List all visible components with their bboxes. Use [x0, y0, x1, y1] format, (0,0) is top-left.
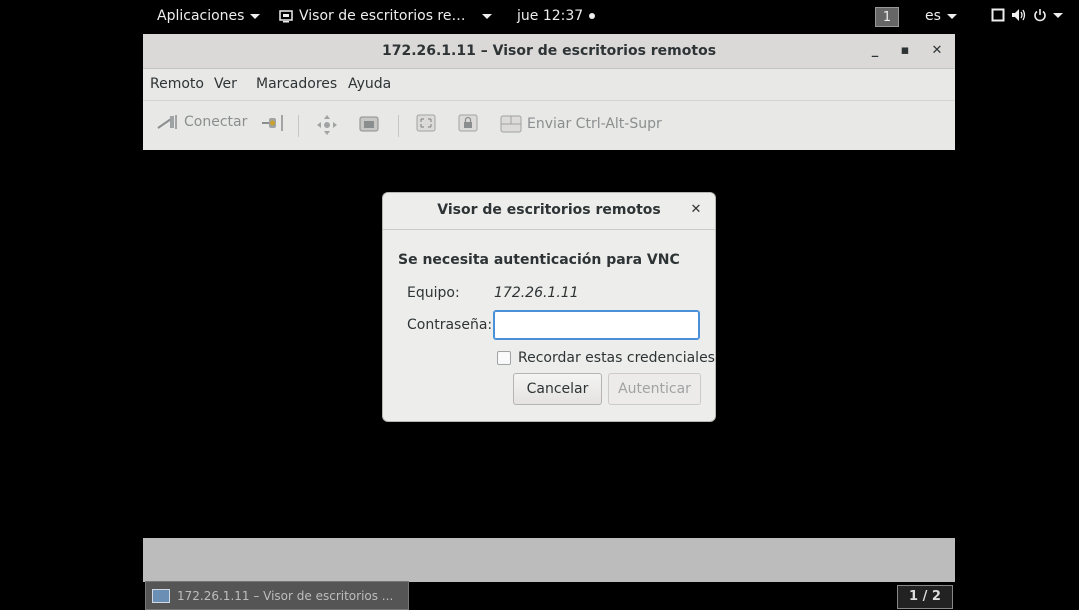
disconnect-button[interactable] — [261, 114, 285, 132]
keyboard-icon — [500, 115, 522, 133]
active-app-menu[interactable]: Visor de escritorios re… — [279, 8, 492, 24]
send-ctrl-alt-del-button[interactable]: Enviar Ctrl-Alt-Supr — [500, 114, 662, 134]
auth-dialog: Visor de escritorios remotos ✕ Se necesi… — [383, 193, 715, 421]
dialog-titlebar[interactable]: Visor de escritorios remotos ✕ — [383, 193, 715, 230]
close-button[interactable]: ✕ — [928, 42, 946, 60]
system-menu[interactable] — [991, 8, 1063, 22]
top-panel: Aplicaciones Visor de escritorios re… ju… — [143, 0, 1063, 34]
applications-menu-label: Aplicaciones — [157, 8, 245, 24]
notification-dot-icon — [589, 13, 596, 19]
connect-label: Conectar — [184, 114, 248, 130]
dialog-heading: Se necesita autenticación para VNC — [398, 252, 680, 268]
remote-desktop-icon — [152, 588, 170, 603]
password-field[interactable] — [493, 310, 700, 340]
minimize-button[interactable]: _ — [866, 42, 884, 60]
toolbar-separator — [398, 115, 399, 137]
menu-ayuda[interactable]: Ayuda — [348, 76, 391, 92]
remember-label: Recordar estas credenciales — [518, 350, 715, 366]
remote-desktop-icon — [279, 10, 293, 23]
move-button[interactable] — [316, 114, 338, 136]
window-titlebar[interactable]: 172.26.1.11 – Visor de escritorios remot… — [143, 34, 955, 69]
menubar: Remoto Ver Marcadores Ayuda — [143, 69, 955, 99]
chevron-down-icon — [946, 13, 957, 19]
menu-remoto[interactable]: Remoto — [150, 76, 204, 92]
screenshot-button[interactable] — [358, 114, 380, 134]
window-bottom-strip — [143, 538, 955, 582]
cancel-button[interactable]: Cancelar — [513, 373, 602, 405]
remember-checkbox[interactable] — [497, 351, 511, 365]
remember-credentials-row[interactable]: Recordar estas credenciales — [497, 350, 715, 366]
fullscreen-button[interactable] — [416, 114, 436, 132]
fullscreen-icon — [416, 114, 436, 132]
workspace-indicator[interactable]: 1 — [875, 7, 899, 27]
maximize-button[interactable]: ▪ — [896, 42, 914, 60]
keyboard-layout-label: es — [925, 8, 941, 24]
volume-icon — [1012, 9, 1026, 21]
clock[interactable]: jue 12:37 — [517, 8, 596, 24]
applications-menu[interactable]: Aplicaciones — [157, 8, 261, 24]
screenshot-icon — [359, 116, 379, 132]
toolbar: Conectar Enviar Ctrl-Alt-Supr — [143, 100, 955, 150]
power-icon — [1034, 9, 1046, 22]
plug-icon — [157, 115, 177, 129]
keyboard-layout-menu[interactable]: es — [925, 8, 957, 24]
window-icon — [991, 8, 1005, 22]
authenticate-button[interactable]: Autenticar — [608, 373, 701, 405]
chevron-down-icon — [481, 13, 492, 19]
chevron-down-icon — [250, 13, 261, 19]
password-label: Contraseña: — [407, 317, 493, 333]
send-keys-label: Enviar Ctrl-Alt-Supr — [527, 116, 662, 132]
taskbar-window-item[interactable]: 172.26.1.11 – Visor de escritorios ... — [145, 581, 409, 610]
lock-keyboard-button[interactable] — [458, 114, 478, 132]
window-title: 172.26.1.11 – Visor de escritorios remot… — [381, 43, 717, 59]
chevron-down-icon — [1053, 12, 1063, 18]
toolbar-separator — [298, 115, 299, 137]
lock-icon — [458, 114, 478, 132]
dialog-title: Visor de escritorios remotos — [437, 202, 661, 218]
clock-label: jue 12:37 — [517, 8, 584, 24]
move-arrows-icon — [317, 115, 337, 135]
workspace-pager[interactable]: 1 / 2 — [897, 585, 953, 609]
connect-button[interactable]: Conectar — [157, 114, 247, 130]
dialog-close-button[interactable]: ✕ — [687, 201, 705, 219]
active-app-label: Visor de escritorios re… — [299, 8, 466, 24]
host-label: Equipo: — [407, 285, 460, 301]
remote-viewer-window: 172.26.1.11 – Visor de escritorios remot… — [143, 34, 955, 150]
menu-ver[interactable]: Ver — [214, 76, 237, 92]
host-value: 172.26.1.11 — [494, 285, 579, 301]
taskbar-item-label: 172.26.1.11 – Visor de escritorios ... — [177, 588, 394, 603]
menu-marcadores[interactable]: Marcadores — [256, 76, 337, 92]
unplug-icon — [262, 115, 283, 131]
